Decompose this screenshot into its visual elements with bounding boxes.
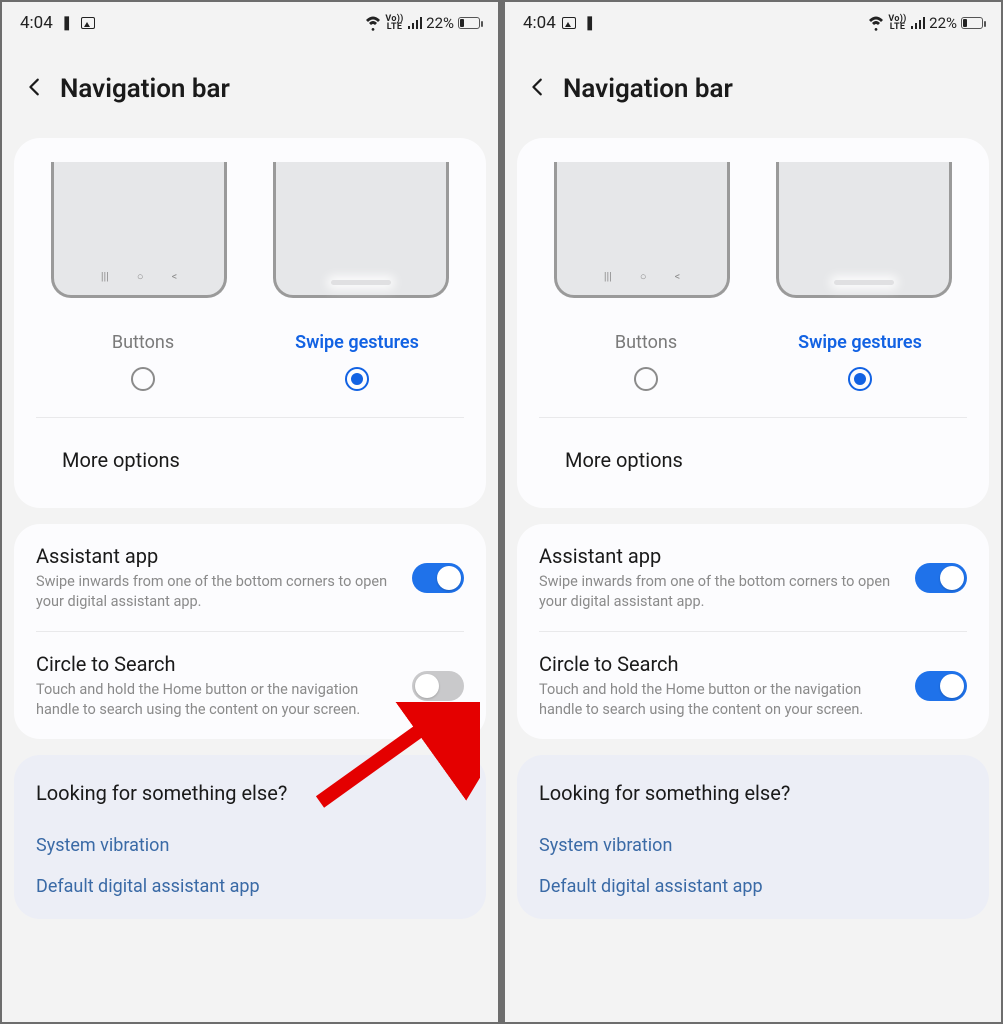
radio-unchecked-icon — [131, 367, 155, 391]
preview-buttons: |||○< — [554, 162, 730, 298]
toggles-card: Assistant app Swipe inwards from one of … — [517, 524, 989, 739]
circle-to-search-row[interactable]: Circle to Search Touch and hold the Home… — [517, 632, 989, 739]
nav-type-card: |||○< Buttons Swipe gestures More option… — [14, 138, 486, 508]
assistant-app-row[interactable]: Assistant app Swipe inwards from one of … — [14, 524, 486, 631]
page-title: Navigation bar — [60, 74, 230, 104]
status-bar: 4:04 ❚ Vo))LTE 22% — [2, 2, 498, 44]
assistant-title: Assistant app — [36, 544, 398, 568]
nav-type-card: |||○< Buttons Swipe gestures More option… — [517, 138, 989, 508]
link-default-assistant[interactable]: Default digital assistant app — [539, 866, 967, 907]
battery-icon — [961, 17, 983, 29]
status-battery-pct: 22% — [426, 14, 454, 32]
option-swipe-label: Swipe gestures — [250, 332, 464, 353]
assistant-toggle[interactable] — [412, 563, 464, 593]
option-buttons[interactable]: Buttons — [539, 324, 753, 411]
radio-checked-icon — [848, 367, 872, 391]
assistant-desc: Swipe inwards from one of the bottom cor… — [539, 572, 901, 611]
volte-icon: Vo))LTE — [385, 15, 403, 31]
option-buttons[interactable]: Buttons — [36, 324, 250, 411]
divider — [36, 417, 464, 418]
circle-toggle[interactable] — [915, 671, 967, 701]
footer-card: Looking for something else? System vibra… — [517, 755, 989, 919]
circle-desc: Touch and hold the Home button or the na… — [36, 680, 398, 719]
page-header: Navigation bar — [505, 44, 1001, 138]
picture-icon — [562, 17, 576, 29]
footer-card: Looking for something else? System vibra… — [14, 755, 486, 919]
link-default-assistant[interactable]: Default digital assistant app — [36, 866, 464, 907]
assistant-toggle[interactable] — [915, 563, 967, 593]
divider — [539, 417, 967, 418]
assistant-app-row[interactable]: Assistant app Swipe inwards from one of … — [517, 524, 989, 631]
preview-gestures — [776, 162, 952, 298]
option-swipe-gestures[interactable]: Swipe gestures — [250, 324, 464, 411]
option-buttons-label: Buttons — [539, 332, 753, 353]
assistant-title: Assistant app — [539, 544, 901, 568]
circle-title: Circle to Search — [539, 652, 901, 676]
footer-title: Looking for something else? — [539, 781, 967, 805]
volte-icon: Vo))LTE — [888, 15, 906, 31]
preview-gestures — [273, 162, 449, 298]
option-swipe-label: Swipe gestures — [753, 332, 967, 353]
assistant-desc: Swipe inwards from one of the bottom cor… — [36, 572, 398, 611]
lightbulb-icon: ❚ — [582, 15, 598, 31]
page-title: Navigation bar — [563, 74, 733, 104]
more-options-row[interactable]: More options — [539, 424, 967, 498]
picture-icon — [81, 17, 95, 29]
circle-to-search-row[interactable]: Circle to Search Touch and hold the Home… — [14, 632, 486, 739]
footer-title: Looking for something else? — [36, 781, 464, 805]
battery-icon — [458, 17, 480, 29]
status-bar: 4:04 ❚ Vo))LTE 22% — [505, 2, 1001, 44]
phone-screenshot-right: 4:04 ❚ Vo))LTE 22% Navigation bar — [503, 0, 1003, 1024]
lightbulb-icon: ❚ — [59, 15, 75, 31]
more-options-row[interactable]: More options — [36, 424, 464, 498]
wifi-icon — [365, 15, 381, 31]
toggles-card: Assistant app Swipe inwards from one of … — [14, 524, 486, 739]
option-buttons-label: Buttons — [36, 332, 250, 353]
signal-icon — [408, 17, 423, 29]
link-system-vibration[interactable]: System vibration — [36, 825, 464, 866]
back-icon[interactable] — [527, 76, 549, 102]
phone-screenshot-left: 4:04 ❚ Vo))LTE 22% Navigation bar — [0, 0, 500, 1024]
back-icon[interactable] — [24, 76, 46, 102]
status-battery-pct: 22% — [929, 14, 957, 32]
status-time: 4:04 — [20, 13, 53, 33]
circle-title: Circle to Search — [36, 652, 398, 676]
radio-checked-icon — [345, 367, 369, 391]
wifi-icon — [868, 15, 884, 31]
signal-icon — [911, 17, 926, 29]
circle-desc: Touch and hold the Home button or the na… — [539, 680, 901, 719]
preview-buttons: |||○< — [51, 162, 227, 298]
page-header: Navigation bar — [2, 44, 498, 138]
radio-unchecked-icon — [634, 367, 658, 391]
circle-toggle[interactable] — [412, 671, 464, 701]
status-time: 4:04 — [523, 13, 556, 33]
link-system-vibration[interactable]: System vibration — [539, 825, 967, 866]
option-swipe-gestures[interactable]: Swipe gestures — [753, 324, 967, 411]
